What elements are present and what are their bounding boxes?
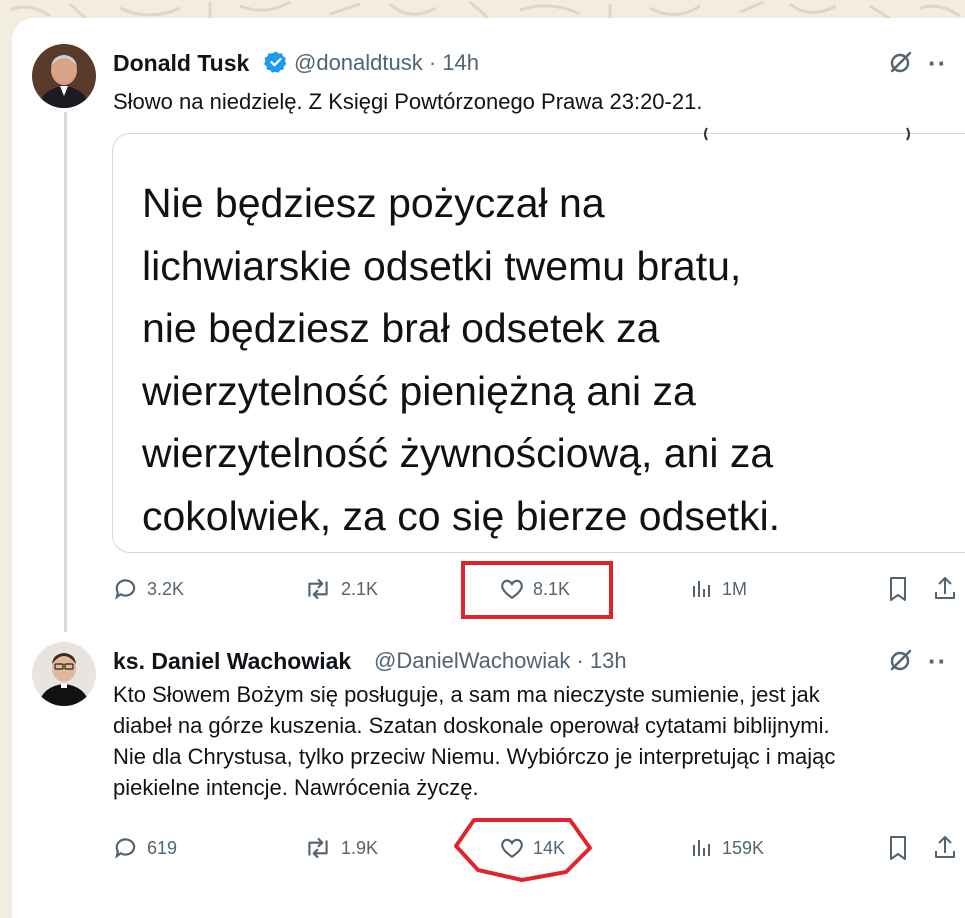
tweet-text-line: Kto Słowem Bożym się posługuje, a sam ma… (113, 682, 820, 707)
author-name[interactable]: Donald Tusk (113, 50, 249, 77)
share-icon[interactable] (932, 574, 958, 602)
author-handle[interactable]: @DanielWachowiak · 13h (374, 648, 627, 674)
tweet-text: Kto Słowem Bożym się posługuje, a sam ma… (113, 679, 835, 803)
verified-badge-icon (264, 51, 287, 73)
grok-icon[interactable] (888, 49, 914, 75)
repost-icon (308, 837, 328, 859)
reply-count: 3.2K (147, 578, 185, 599)
like-highlight-annotation (454, 818, 592, 882)
views-count: 159K (722, 837, 765, 858)
quote-text: Nie będziesz pożyczał na lichwiarskie od… (142, 172, 780, 547)
more-options-icon[interactable]: ·· (928, 646, 947, 677)
cropped-glyphs (704, 127, 910, 141)
grok-icon[interactable] (888, 647, 914, 673)
bookmark-icon[interactable] (886, 576, 910, 602)
avatar[interactable] (32, 44, 96, 108)
views-icon (693, 581, 710, 597)
reply-icon (115, 579, 136, 600)
tweet-text-line: Nie dla Chrystusa, tylko przeciw Niemu. … (113, 744, 836, 769)
views-button[interactable]: 1M (690, 576, 747, 602)
reply-icon (115, 838, 136, 859)
reply-button[interactable]: 3.2K (113, 576, 184, 602)
author-handle[interactable]: @donaldtusk · 14h (294, 50, 479, 76)
quote-line: wierzytelność żywnościową, ani za (142, 430, 774, 476)
views-count: 1M (722, 578, 748, 599)
more-options-icon[interactable]: ·· (928, 48, 947, 79)
views-button[interactable]: 159K (690, 835, 764, 861)
repost-icon (308, 578, 328, 600)
reply-count: 619 (147, 837, 178, 858)
author-name[interactable]: ks. Daniel Wachowiak (113, 648, 351, 675)
quote-line: nie będziesz brał odsetek za (142, 305, 660, 351)
quote-line: cokolwiek, za co się bierze odsetki. (142, 492, 781, 539)
tweet-text-line: diabeł na górze kuszenia. Szatan doskona… (113, 713, 830, 738)
tweet-text-line: piekielne intencje. Nawrócenia życzę. (113, 775, 479, 800)
like-highlight-annotation (461, 561, 613, 619)
avatar[interactable] (32, 642, 96, 706)
quote-line: Nie będziesz pożyczał na (142, 180, 605, 226)
repost-button[interactable]: 2.1K (303, 576, 378, 602)
quote-line: wierzytelność pieniężną ani za (142, 367, 696, 414)
quote-line: lichwiarskie odsetki twemu bratu, (142, 242, 742, 289)
bookmark-icon[interactable] (886, 835, 910, 861)
tweet-text: Słowo na niedzielę. Z Księgi Powtórzoneg… (113, 89, 703, 114)
repost-count: 2.1K (341, 578, 379, 599)
share-icon[interactable] (932, 833, 958, 861)
repost-button[interactable]: 1.9K (303, 835, 378, 861)
views-icon (693, 840, 710, 856)
thread-connector (64, 112, 67, 632)
repost-count: 1.9K (341, 837, 379, 858)
reply-button[interactable]: 619 (113, 835, 177, 861)
